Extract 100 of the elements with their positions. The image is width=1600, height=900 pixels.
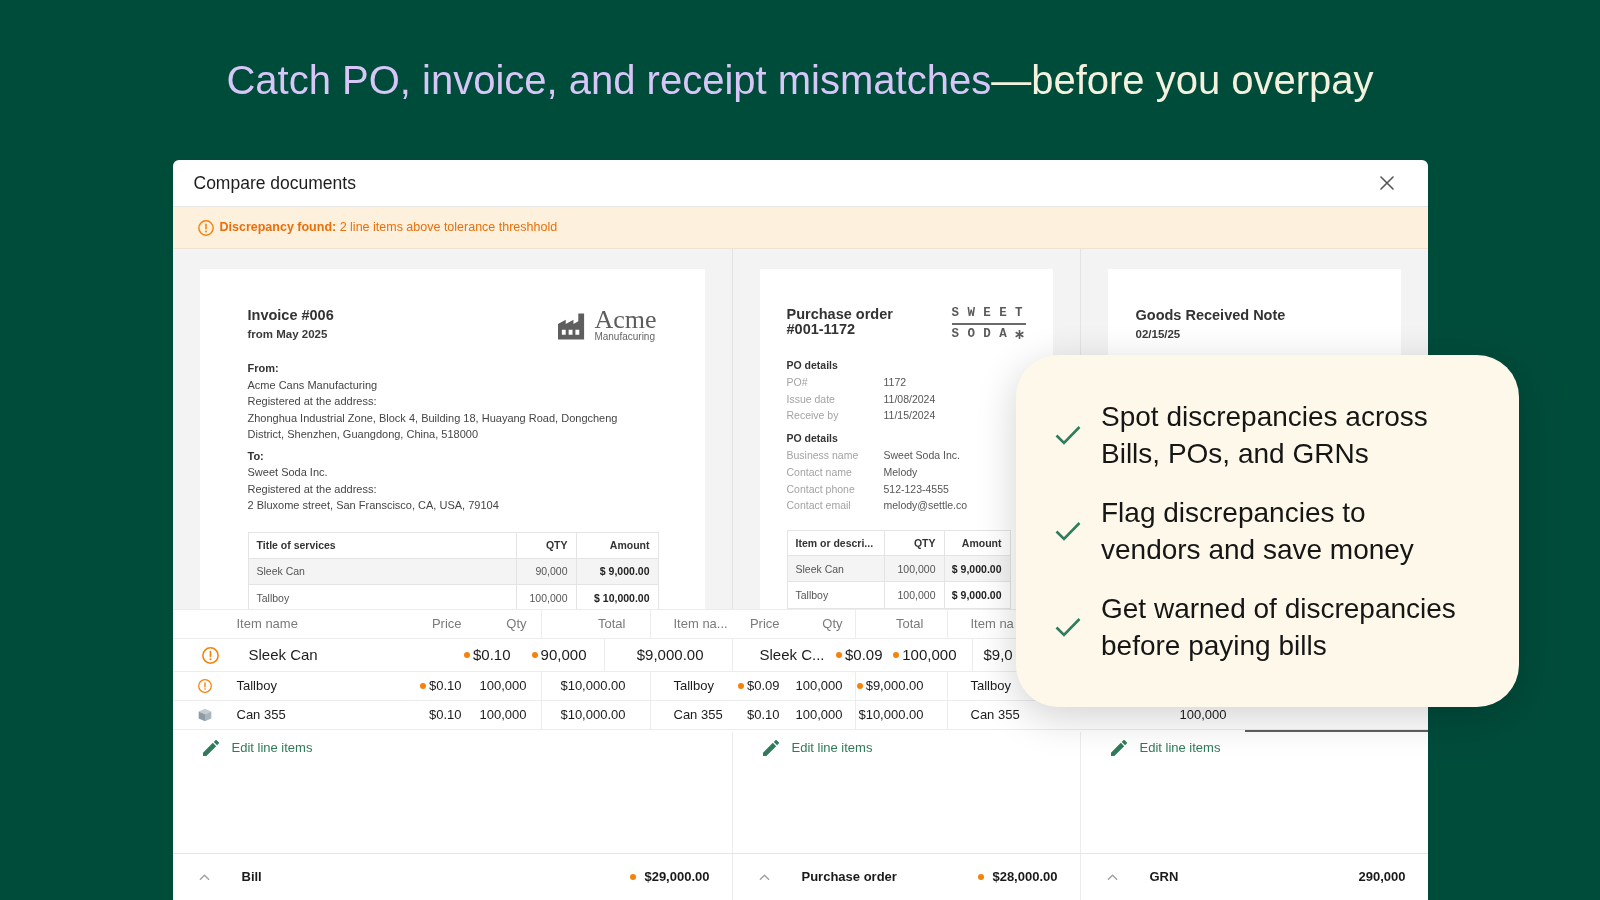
- unit-price: $0.10: [746, 706, 780, 725]
- feature-text: Spot discrepancies across Bills, POs, and GRNs: [1101, 400, 1429, 471]
- column-header: Qty: [822, 615, 843, 634]
- feature-text: Flag discrepancies to vendors and save money: [1101, 496, 1415, 567]
- item-name: Can 355: [970, 706, 1020, 725]
- edit-line-items-link[interactable]: Edit line items: [762, 732, 873, 764]
- quantity: 90,000: [540, 644, 587, 665]
- quantity: 100,000: [795, 706, 843, 725]
- line-total: $10,000.00: [858, 706, 924, 725]
- pencil-icon: [1110, 740, 1127, 756]
- column-header: Item or descri...: [795, 536, 874, 551]
- amount: $ 9,000.00: [951, 561, 1002, 576]
- quantity: 100,000: [902, 644, 957, 665]
- chevron-up-icon[interactable]: [198, 873, 210, 881]
- service-name: Sleek Can: [256, 564, 305, 578]
- logo-tagline: Manufacuring: [594, 331, 656, 343]
- document-title: Goods Received Note: [1135, 306, 1286, 324]
- edit-line-items-link[interactable]: Edit line items: [202, 732, 313, 764]
- field-value: Sweet Soda Inc.: [883, 448, 960, 463]
- item-name: Tallboy: [236, 677, 277, 696]
- logo-wordmark: SWEET: [951, 307, 1026, 320]
- check-icon: [1055, 521, 1081, 541]
- item-name: Tallboy: [970, 677, 1011, 696]
- item-name: Sleek Can: [248, 644, 318, 665]
- column-header: Title of services: [256, 538, 336, 552]
- column-header: Amount: [609, 538, 650, 552]
- unit-price: $0.09: [844, 644, 883, 665]
- scrollbar-thumb[interactable]: [1244, 730, 1428, 732]
- section-heading: PO details: [786, 358, 838, 373]
- column-header: Price: [431, 615, 462, 634]
- party-detail: Sweet Soda Inc.: [247, 465, 328, 480]
- amount: $ 9,000.00: [599, 564, 650, 578]
- quantity: 100,000: [479, 706, 527, 725]
- party-detail: Zhonghua Industrial Zone, Block 4, Building 18, Huayang Road, Dongcheng District, Shenzhen, Guangdong, China, 518000: [247, 410, 619, 442]
- document-label: Bill: [241, 868, 262, 887]
- document-date: 02/15/25: [1135, 327, 1181, 342]
- field-value: melody@settle.co: [883, 498, 968, 514]
- pencil-icon: [202, 740, 219, 756]
- document-label: GRN: [1149, 868, 1179, 887]
- document-total: $29,000.00: [644, 868, 710, 887]
- column-header: Price: [749, 615, 780, 634]
- quantity: 100,000: [529, 590, 568, 605]
- field-label: PO#: [786, 375, 808, 388]
- line-total: $10,000.00: [560, 677, 626, 696]
- party-detail: Registered at the address:: [247, 394, 377, 409]
- line-total: $9,000.00: [636, 644, 704, 665]
- quantity: 100,000: [1179, 706, 1227, 725]
- column-header: Total: [896, 615, 924, 634]
- unit-price: $0.10: [428, 706, 462, 725]
- document-label: Purchase order: [801, 868, 897, 887]
- field-value: Melody: [883, 464, 918, 480]
- chevron-up-icon[interactable]: [758, 873, 770, 881]
- headline: Catch PO, invoice, and receipt mismatches—before you overpay: [226, 57, 1374, 104]
- alert-message: Discrepancy found: 2 line items above tolerance threshhold: [219, 219, 558, 237]
- line-total: $9,000.00: [865, 677, 924, 696]
- party-detail: 2 Bluxome street, San Franscisco, CA, USA, 79104: [247, 498, 499, 513]
- document-total: $28,000.00: [992, 868, 1058, 887]
- field-label: Receive by: [786, 409, 839, 422]
- item-name: Can 355: [673, 706, 723, 725]
- item-name: Can 355: [236, 706, 286, 725]
- dialog-title: Compare documents: [193, 171, 356, 195]
- amount: $ 9,000.00: [951, 588, 1002, 603]
- pencil-icon: [762, 740, 779, 756]
- item-name: Sleek C...: [759, 644, 825, 665]
- service-name: Tallboy: [256, 590, 290, 605]
- asterisk-icon: [1015, 330, 1025, 339]
- chevron-up-icon[interactable]: [1106, 873, 1118, 881]
- line-total: $9,0: [983, 644, 1013, 665]
- column-header: Amount: [961, 536, 1002, 551]
- quantity: 100,000: [479, 677, 527, 696]
- field-value: 11/15/2024: [883, 408, 936, 424]
- quantity: 90,000: [535, 564, 568, 578]
- unit-price: $0.10: [472, 644, 511, 665]
- unit-price: $0.10: [428, 677, 462, 696]
- field-label: Contact email: [786, 499, 851, 512]
- column-header: Item na...: [673, 615, 728, 634]
- party-detail: Registered at the address:: [247, 481, 377, 497]
- quantity: 100,000: [897, 588, 936, 603]
- column-header: QTY: [913, 536, 936, 551]
- unit-price: $0.09: [746, 677, 780, 696]
- section-heading: PO details: [786, 431, 838, 447]
- field-label: Business name: [786, 449, 859, 461]
- field-value: 1172: [883, 374, 907, 390]
- warning-icon: [197, 219, 214, 236]
- party-heading: From:: [247, 361, 279, 376]
- column-header: Qty: [506, 615, 527, 634]
- logo-wordmark: SODA: [951, 328, 1016, 341]
- column-header: Item name: [236, 615, 298, 634]
- document-date: from May 2025: [247, 327, 329, 342]
- document-total: 290,000: [1358, 868, 1406, 887]
- item-name: Tallboy: [673, 677, 714, 696]
- quantity: 100,000: [795, 677, 843, 696]
- item-name: Tallboy: [795, 588, 829, 603]
- close-icon[interactable]: [1379, 176, 1394, 190]
- column-header: Total: [598, 615, 626, 634]
- feature-text: Get warned of discrepancies before paying bills: [1101, 592, 1457, 663]
- party-heading: To:: [247, 448, 264, 464]
- item-name: Sleek Can: [795, 561, 844, 576]
- edit-line-items-link[interactable]: Edit line items: [1110, 732, 1221, 764]
- field-label: Contact name: [786, 465, 852, 478]
